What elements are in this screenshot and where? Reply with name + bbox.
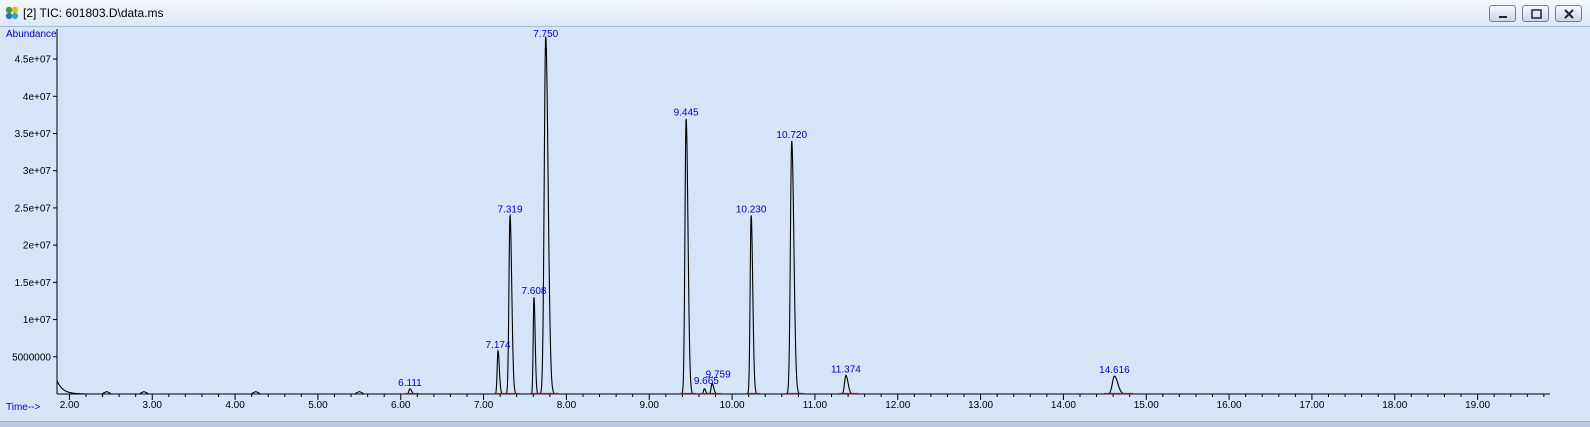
- y-tick-label: 2e+07: [23, 241, 52, 252]
- restore-button[interactable]: [1522, 5, 1549, 22]
- x-axis-label: Time-->: [6, 402, 41, 413]
- y-tick-label: 2.5e+07: [15, 203, 52, 214]
- peak-rt-label: 6.111: [398, 378, 422, 389]
- minimize-button[interactable]: [1489, 5, 1516, 22]
- y-tick-label: 5000000: [12, 352, 51, 363]
- peak-rt-label: 9.759: [706, 370, 731, 381]
- x-tick-label: 18.00: [1382, 400, 1407, 411]
- x-tick-label: 3.00: [143, 400, 163, 411]
- x-tick-label: 7.00: [474, 400, 494, 411]
- baseline-noise: [102, 390, 112, 394]
- y-axis-label: Abundance: [6, 29, 57, 40]
- minimize-icon: [1499, 16, 1507, 18]
- y-tick-label: 4.5e+07: [15, 55, 52, 66]
- x-tick-label: 5.00: [308, 400, 328, 411]
- close-icon: [1564, 9, 1574, 19]
- x-tick-label: 11.00: [803, 400, 828, 411]
- chemstation-icon: [4, 5, 20, 21]
- chromatogram-plot-area[interactable]: 5000000 1e+07 1.5e+07 2e+07 2.5e+07 3e+07 3.5e…: [0, 27, 1590, 426]
- peak-rt-label: 9.445: [674, 108, 699, 119]
- peak-rt-label: 7.750: [533, 29, 558, 40]
- x-tick-label: 17.00: [1299, 400, 1324, 411]
- x-tick-label: 12.00: [885, 400, 910, 411]
- y-tick-label: 3.5e+07: [15, 129, 52, 140]
- y-tick-label: 1e+07: [23, 315, 52, 326]
- peak-rt-label: 7.319: [497, 204, 522, 215]
- x-tick-label: 16.00: [1217, 400, 1242, 411]
- peak-rt-label: 10.230: [736, 204, 767, 215]
- baseline-noise: [354, 390, 364, 394]
- tic-trace: [56, 36, 1138, 395]
- x-tick-label: 15.00: [1134, 400, 1159, 411]
- y-tick-label: 4e+07: [23, 92, 52, 103]
- window-title: [2] TIC: 601803.D\data.ms: [23, 6, 164, 20]
- x-tick-label: 2.00: [60, 400, 80, 411]
- peak-rt-label: 10.720: [776, 130, 807, 141]
- peak-rt-label: 14.616: [1099, 365, 1130, 376]
- window-titlebar[interactable]: [2] TIC: 601803.D\data.ms: [0, 0, 1590, 27]
- x-tick-label: 10.00: [720, 400, 745, 411]
- close-button[interactable]: [1555, 5, 1582, 22]
- chromatogram-chart: 5000000 1e+07 1.5e+07 2e+07 2.5e+07 3e+07 3.5e…: [6, 29, 1550, 413]
- baseline-noise: [251, 390, 261, 394]
- window-bottom-border: [0, 421, 1590, 427]
- baseline-noise: [139, 390, 149, 394]
- y-tick-label: 3e+07: [23, 166, 52, 177]
- y-tick-label: 1.5e+07: [15, 278, 52, 289]
- restore-icon: [1531, 9, 1542, 19]
- peak-rt-label: 11.374: [831, 364, 861, 375]
- chromatogram-window: [2] TIC: 601803.D\data.ms 5000000 1e+07 1.…: [0, 0, 1590, 427]
- peak-rt-label: 7.608: [521, 286, 546, 297]
- x-tick-label: 6.00: [391, 400, 411, 411]
- x-tick-label: 19.00: [1465, 400, 1490, 411]
- x-tick-label: 8.00: [557, 400, 577, 411]
- x-tick-label: 9.00: [640, 400, 660, 411]
- x-tick-label: 13.00: [968, 400, 993, 411]
- peak-rt-label: 7.174: [485, 340, 510, 351]
- x-tick-label: 4.00: [225, 400, 245, 411]
- x-tick-label: 14.00: [1051, 400, 1076, 411]
